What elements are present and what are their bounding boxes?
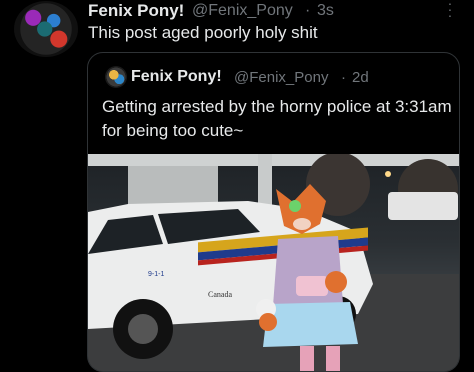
post-text: This post aged poorly holy shit <box>88 23 318 42</box>
author-name[interactable]: Fenix Pony! <box>88 1 184 21</box>
canopy <box>88 154 459 166</box>
quoted-author-avatar[interactable] <box>105 66 127 88</box>
quoted-separator-dot: · <box>341 69 346 86</box>
more-options-icon[interactable]: · · · <box>444 0 456 22</box>
author-handle[interactable]: @Fenix_Pony <box>192 2 293 20</box>
car-number-text: 9-1-1 <box>148 271 164 278</box>
street-light <box>385 171 391 177</box>
quoted-post-photo[interactable]: 9-1-1 Canada <box>88 154 459 371</box>
quoted-author-name[interactable]: Fenix Pony! <box>131 68 222 86</box>
quoted-post-card[interactable]: Fenix Pony! @Fenix_Pony · 2d Getting arr… <box>87 52 460 372</box>
quoted-author-handle[interactable]: @Fenix_Pony <box>234 69 328 86</box>
building-wall <box>128 166 218 206</box>
author-avatar[interactable] <box>14 1 78 57</box>
quoted-post-text: Getting arrested by the horny police at … <box>102 97 452 140</box>
quoted-post-timestamp[interactable]: 2d <box>352 69 369 86</box>
car-door-text: Canada <box>208 290 232 299</box>
background-van <box>388 192 458 220</box>
post-timestamp[interactable]: 3s <box>317 2 334 20</box>
photo-illustration: 9-1-1 Canada <box>88 154 459 371</box>
separator-dot: · <box>305 2 311 19</box>
